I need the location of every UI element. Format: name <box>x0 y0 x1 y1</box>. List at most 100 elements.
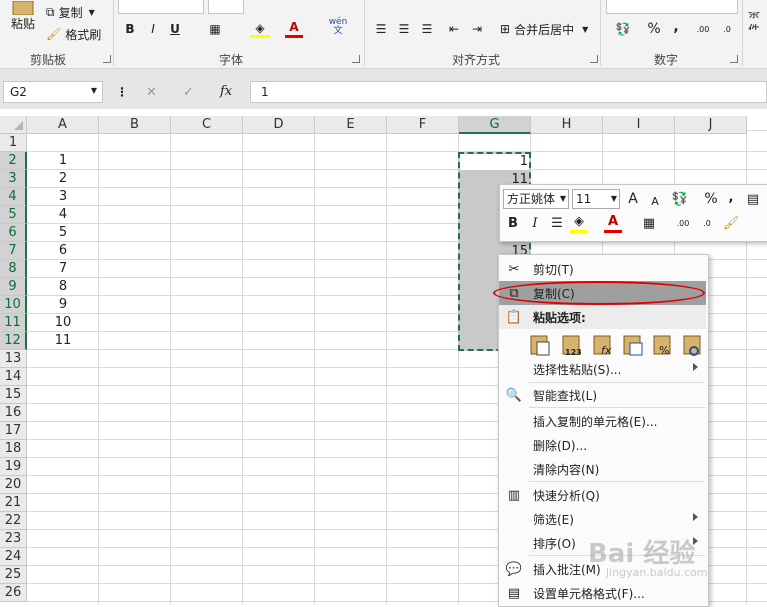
cell-a2[interactable]: 1 <box>28 152 98 170</box>
insert-function-icon[interactable]: fx <box>220 84 232 99</box>
accounting-icon[interactable]: 💱 <box>610 20 636 38</box>
align-right-icon[interactable]: ☰ <box>418 20 436 38</box>
font-color-icon[interactable]: A <box>285 18 303 38</box>
cell-a6[interactable]: 5 <box>28 224 98 242</box>
row-header-24[interactable]: 24 <box>0 548 27 566</box>
mini-italic-button[interactable]: I <box>526 213 544 233</box>
row-header-25[interactable]: 25 <box>0 566 27 584</box>
row-header-8[interactable]: 8 <box>0 260 27 278</box>
row-header-2[interactable]: 2 <box>0 152 27 170</box>
menu-item-delete[interactable]: 删除(D)... <box>499 433 706 457</box>
row-header-6[interactable]: 6 <box>0 224 27 242</box>
row-header-19[interactable]: 19 <box>0 458 27 476</box>
column-header-b[interactable]: B <box>99 116 171 134</box>
cell-a12[interactable]: 11 <box>28 332 98 350</box>
alignment-launcher-icon[interactable] <box>590 55 598 63</box>
row-header-12[interactable]: 12 <box>0 332 27 350</box>
align-left-icon[interactable]: ☰ <box>372 20 390 38</box>
italic-button[interactable]: I <box>145 20 161 38</box>
menu-item-quick-analysis[interactable]: ▥ 快速分析(Q) <box>499 483 706 507</box>
bold-button[interactable]: B <box>122 20 138 38</box>
fill-color-icon[interactable]: ◈ <box>250 20 270 38</box>
outdent-icon[interactable]: ⇥ <box>468 20 486 38</box>
clipboard-launcher-icon[interactable] <box>103 55 111 63</box>
row-header-14[interactable]: 14 <box>0 368 27 386</box>
menu-item-paste-special[interactable]: 选择性粘贴(S)... <box>499 357 706 381</box>
row-header-16[interactable]: 16 <box>0 404 27 422</box>
shrink-font-button[interactable]: A <box>646 191 664 211</box>
decrease-decimal-icon[interactable]: .0 <box>718 20 736 38</box>
accounting-icon[interactable]: 💱 <box>666 189 694 209</box>
comma-button[interactable]: , <box>670 18 682 36</box>
indent-icon[interactable]: ⇤ <box>445 20 463 38</box>
table-icon[interactable]: ▤ <box>744 189 762 209</box>
merge-center-button[interactable]: ⊞ 合并后居中 ▼ <box>500 20 588 38</box>
cancel-entry-icon[interactable]: ✕ <box>146 85 157 100</box>
row-header-11[interactable]: 11 <box>0 314 27 332</box>
row-header-10[interactable]: 10 <box>0 296 27 314</box>
cell-a7[interactable]: 6 <box>28 242 98 260</box>
paste-values-icon[interactable]: 123 <box>561 333 583 357</box>
paste-formulas-icon[interactable]: fx <box>592 333 614 357</box>
underline-button[interactable]: U <box>167 20 183 38</box>
mini-font-name[interactable]: 方正姚体 ▼ <box>503 189 569 209</box>
cell-a10[interactable]: 9 <box>28 296 98 314</box>
menu-item-insert-copied[interactable]: 插入复制的单元格(E)... <box>499 409 706 433</box>
font-launcher-icon[interactable] <box>352 55 360 63</box>
mini-bold-button[interactable]: B <box>504 213 522 233</box>
cell-a4[interactable]: 3 <box>28 188 98 206</box>
align-center-icon[interactable]: ☰ <box>548 213 566 233</box>
cell-a8[interactable]: 7 <box>28 260 98 278</box>
column-header-g[interactable]: G <box>459 116 531 134</box>
cell-a9[interactable]: 8 <box>28 278 98 296</box>
column-header-j[interactable]: J <box>675 116 747 134</box>
conditional-format-button[interactable]: 条件 <box>748 12 767 30</box>
menu-item-format-cells[interactable]: ▤ 设置单元格格式(F)... <box>499 581 706 605</box>
more-dots-icon[interactable]: ⋮ <box>116 85 128 99</box>
paste-formatting-icon[interactable]: % <box>652 333 674 357</box>
formula-input[interactable]: 1 <box>250 81 767 103</box>
grow-font-button[interactable]: A <box>624 189 642 209</box>
row-header-15[interactable]: 15 <box>0 386 27 404</box>
mini-comma-button[interactable]: , <box>722 187 740 207</box>
decrease-decimal-icon[interactable]: .0 <box>696 213 718 233</box>
paste-button[interactable]: 粘贴 <box>6 0 40 36</box>
copy-button[interactable]: ⧉ 复制 ▼ <box>46 4 95 20</box>
font-size-box[interactable] <box>208 0 244 14</box>
cell-g2[interactable]: 1 <box>460 153 528 171</box>
row-header-4[interactable]: 4 <box>0 188 27 206</box>
row-header-22[interactable]: 22 <box>0 512 27 530</box>
column-header-h[interactable]: H <box>531 116 603 134</box>
border-icon[interactable]: ▦ <box>206 20 224 38</box>
row-header-13[interactable]: 13 <box>0 350 27 368</box>
row-header-23[interactable]: 23 <box>0 530 27 548</box>
font-name-box[interactable] <box>118 0 204 14</box>
paste-link-icon[interactable] <box>682 333 704 357</box>
mini-font-size[interactable]: 11 ▼ <box>572 189 620 209</box>
row-header-18[interactable]: 18 <box>0 440 27 458</box>
row-header-3[interactable]: 3 <box>0 170 27 188</box>
row-header-7[interactable]: 7 <box>0 242 27 260</box>
align-center-icon[interactable]: ☰ <box>395 20 413 38</box>
column-header-i[interactable]: I <box>603 116 675 134</box>
column-header-a[interactable]: A <box>27 116 99 134</box>
mini-percent-button[interactable]: % <box>702 189 720 209</box>
column-header-d[interactable]: D <box>243 116 315 134</box>
fill-color-icon[interactable]: ◈ <box>570 213 588 233</box>
row-header-5[interactable]: 5 <box>0 206 27 224</box>
row-header-21[interactable]: 21 <box>0 494 27 512</box>
row-header-17[interactable]: 17 <box>0 422 27 440</box>
cell-a11[interactable]: 10 <box>28 314 98 332</box>
cell-a3[interactable]: 2 <box>28 170 98 188</box>
number-format-box[interactable] <box>606 0 738 14</box>
column-header-c[interactable]: C <box>171 116 243 134</box>
paste-icon[interactable] <box>529 333 551 357</box>
phonetic-icon[interactable]: wén 文 <box>328 16 348 38</box>
menu-item-filter[interactable]: 筛选(E) <box>499 507 706 531</box>
format-painter-button[interactable]: 🖌 格式刷 <box>46 26 101 42</box>
number-launcher-icon[interactable] <box>730 55 738 63</box>
row-header-1[interactable]: 1 <box>0 134 27 152</box>
increase-decimal-icon[interactable]: .00 <box>672 213 694 233</box>
paste-transpose-icon[interactable] <box>622 333 644 357</box>
menu-item-cut[interactable]: ✂ 剪切(T) <box>499 257 706 281</box>
